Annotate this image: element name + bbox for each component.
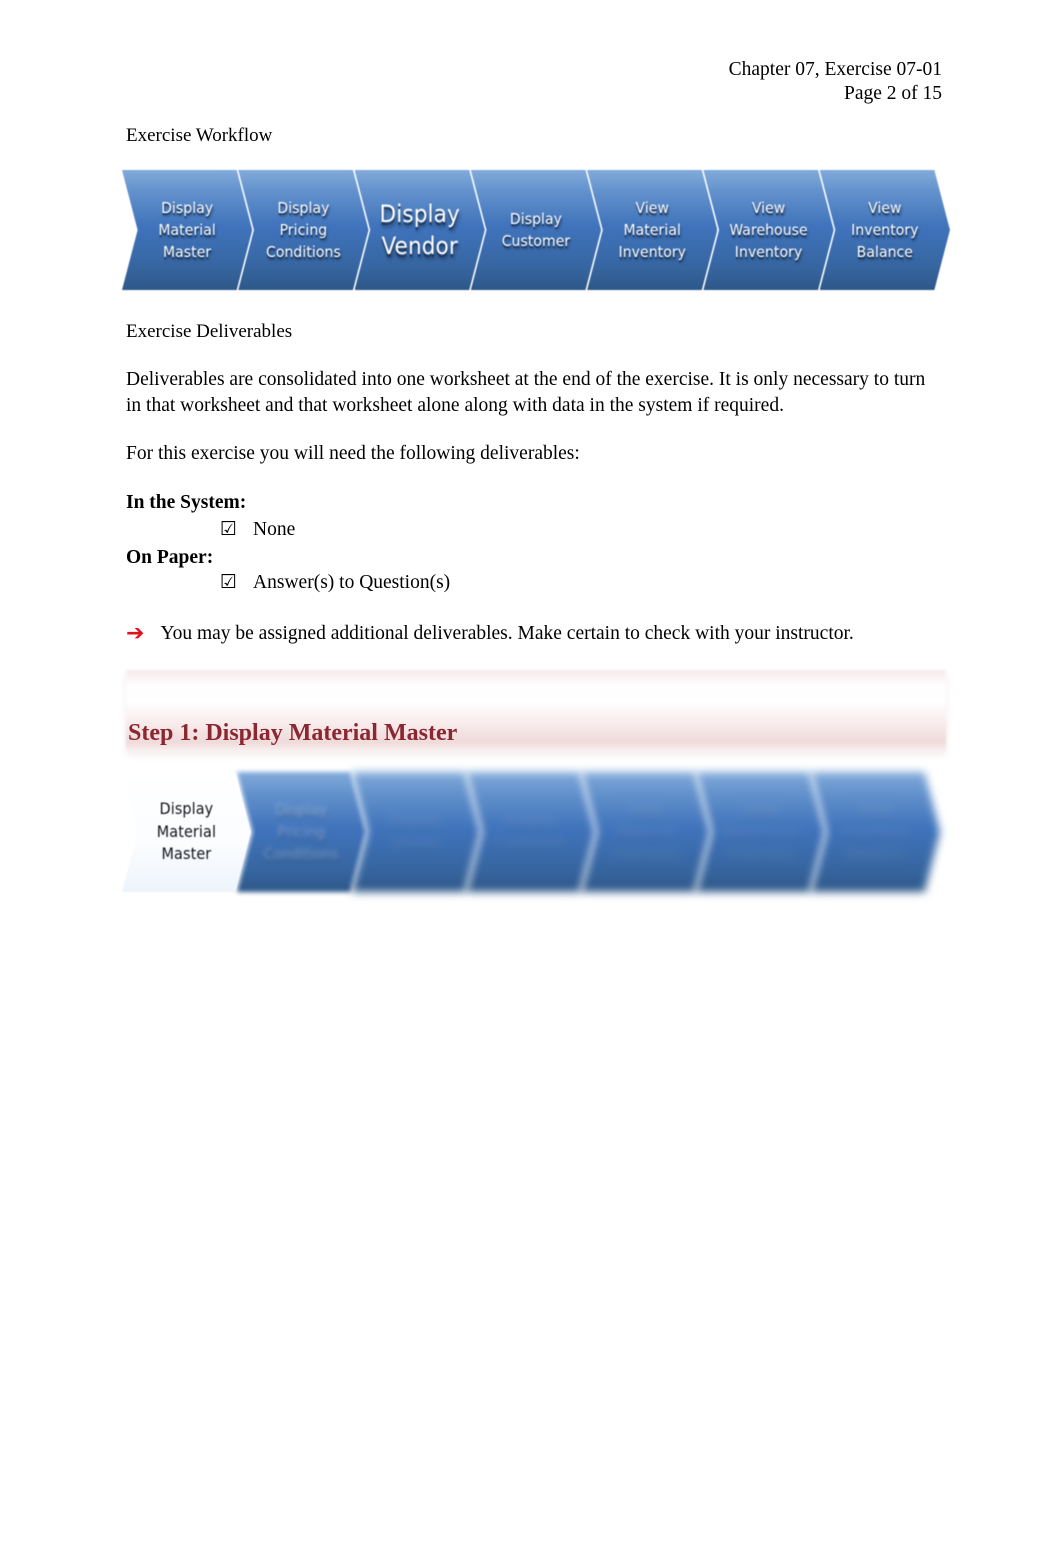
workflow-step-label: View Inventory Balance: [851, 199, 919, 261]
workflow-step-chevron: View Warehouse Inventory: [696, 766, 826, 898]
workflow-step-label: View Inventory Balance: [841, 801, 910, 863]
workflow-step-label: Display Customer: [496, 812, 566, 852]
step-1-workflow-diagram: Display Material Master Display Pricing C…: [122, 766, 941, 898]
workflow-step-chevron: View Inventory Balance: [811, 766, 941, 898]
on-paper-label: On Paper:: [126, 547, 214, 568]
deliverable-item-answers: ☑ Answer(s) to Question(s): [220, 571, 450, 595]
workflow-step-label: Display Pricing Conditions: [266, 199, 341, 261]
workflow-step-label: View Warehouse Inventory: [721, 801, 800, 863]
checkbox-checked-icon[interactable]: ☑: [220, 520, 237, 539]
deliverables-paragraph-2: For this exercise you will need the foll…: [126, 443, 580, 464]
workflow-step-chevron: View Inventory Balance: [819, 164, 950, 296]
in-the-system-label: In the System:: [126, 492, 247, 513]
checkbox-checked-icon[interactable]: ☑: [220, 573, 237, 592]
workflow-step-label: Display Material Master: [158, 199, 216, 261]
step-title: Step 1: Display Material Master: [128, 720, 458, 746]
workflow-step-chevron: View Warehouse Inventory: [703, 164, 834, 296]
workflow-step-chevron: Display Material Master: [122, 766, 251, 898]
workflow-step-label: View Material Inventory: [612, 801, 680, 863]
step-banner: Step 1: Display Material Master: [126, 670, 946, 752]
instructor-note-text: You may be assigned additional deliverab…: [160, 623, 854, 644]
workflow-step-label: Display Customer: [501, 210, 571, 250]
exercise-workflow-heading: Exercise Workflow: [126, 125, 273, 146]
exercise-deliverables-heading: Exercise Deliverables: [126, 321, 293, 342]
workflow-step-label: Display Material Master: [156, 798, 217, 864]
workflow-step-label: View Warehouse Inventory: [729, 199, 808, 261]
workflow-step-label: Display Pricing Conditions: [263, 801, 339, 863]
workflow-step-label: Display Vendor: [390, 812, 443, 852]
deliverable-item-label: None: [253, 519, 296, 540]
workflow-step-chevron: View Material Inventory: [587, 164, 718, 296]
workflow-step-chevron: View Material Inventory: [581, 766, 711, 898]
workflow-step-label: View Material Inventory: [618, 199, 687, 261]
instructor-note: ➔ You may be assigned additional deliver…: [126, 621, 854, 647]
header-page-line: Page 2 of 15: [843, 83, 942, 104]
workflow-step-chevron: Display Pricing Conditions: [236, 766, 366, 898]
workflow-step-label: Display Vendor: [379, 199, 460, 260]
deliverable-item-label: Answer(s) to Question(s): [253, 572, 451, 593]
header-chapter-line: Chapter 07, Exercise 07-01: [728, 59, 942, 80]
workflow-step-chevron: Display Vendor: [351, 766, 481, 898]
arrow-right-icon: ➔: [126, 621, 145, 646]
workflow-step-chevron: Display Material Master: [122, 164, 253, 296]
workflow-step-chevron: Display Vendor: [354, 164, 485, 296]
page-header: Chapter 07, Exercise 07-01 Page 2 of 15: [729, 58, 942, 106]
workflow-step-chevron: Display Pricing Conditions: [238, 164, 369, 296]
workflow-step-chevron: Display Customer: [470, 164, 602, 296]
workflow-step-chevron: Display Customer: [466, 766, 596, 898]
exercise-workflow-diagram: Display Material Master Display Pricing C…: [122, 164, 950, 296]
deliverable-item-none: ☑ None: [220, 518, 295, 542]
deliverables-paragraph-1: Deliverables are consolidated into one w…: [126, 369, 926, 416]
